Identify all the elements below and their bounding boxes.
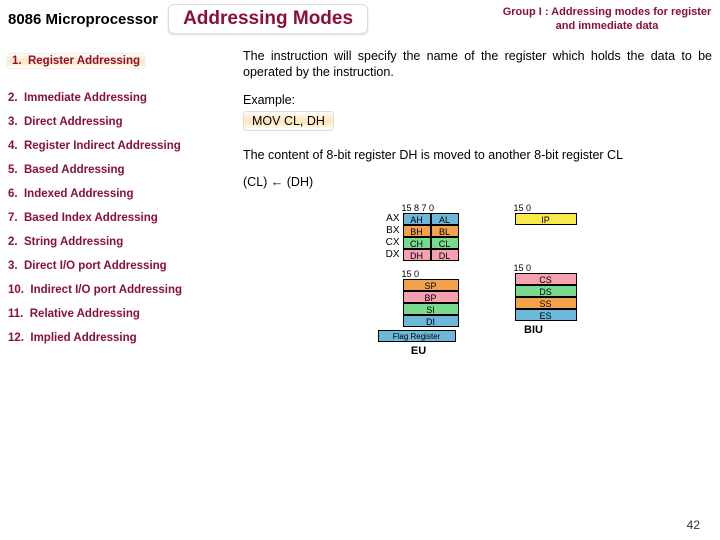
reg-half-high: AH xyxy=(403,213,431,225)
reg-seg: CS xyxy=(515,273,577,285)
reg-half-low: AL xyxy=(431,213,459,225)
reg-half-high: BH xyxy=(403,225,431,237)
reg-label: CX xyxy=(378,237,403,248)
reg-half-high: CH xyxy=(403,237,431,249)
example-explanation: The content of 8-bit register DH is move… xyxy=(243,147,712,163)
slide-title: Addressing Modes xyxy=(168,4,368,34)
reg-half-high: DH xyxy=(403,249,431,261)
reg-seg: SS xyxy=(515,297,577,309)
group-title: Group I : Addressing modes for register … xyxy=(502,5,712,34)
mode-item: 3. Direct Addressing xyxy=(8,116,233,128)
mode-item: 6. Indexed Addressing xyxy=(8,188,233,200)
page-number: 42 xyxy=(687,518,700,532)
reg-ptr: SP xyxy=(403,279,459,291)
mode-item: 2. String Addressing xyxy=(8,236,233,248)
mode-item: 12. Implied Addressing xyxy=(8,332,233,344)
mode-item: 11. Relative Addressing xyxy=(8,308,233,320)
mode-item: 2. Immediate Addressing xyxy=(8,92,233,104)
bit-label: 15 0 xyxy=(512,203,578,213)
mode-item: 3. Direct I/O port Addressing xyxy=(8,260,233,272)
description-text: The instruction will specify the name of… xyxy=(243,48,712,81)
bit-label: 15 8 7 0 xyxy=(400,203,460,213)
register-transfer-equation: (CL) ← (DH) xyxy=(243,175,712,189)
reg-label: BX xyxy=(378,225,403,236)
execution-unit-label: EU xyxy=(378,345,460,357)
reg-label: AX xyxy=(378,213,403,224)
mode-item: 7. Based Index Addressing xyxy=(8,212,233,224)
flag-register: Flag Register xyxy=(378,330,456,342)
reg-ptr: SI xyxy=(403,303,459,315)
reg-ptr: BP xyxy=(403,291,459,303)
reg-ptr: DI xyxy=(403,315,459,327)
explanation-panel: The instruction will specify the name of… xyxy=(233,42,712,357)
processor-title: 8086 Microprocessor xyxy=(8,11,158,28)
bit-label: 15 0 xyxy=(512,263,578,273)
reg-half-low: BL xyxy=(431,225,459,237)
register-diagram: 15 8 7 0 AXAHAL BXBHBL CXCHCL DXDHDL 15 0 S… xyxy=(243,203,712,357)
mode-item: 1. Register Addressing xyxy=(8,54,144,68)
bus-interface-unit-label: BIU xyxy=(490,324,578,336)
addressing-modes-list: 1. Register Addressing 2. Immediate Addre… xyxy=(8,42,233,357)
reg-seg: DS xyxy=(515,285,577,297)
example-code: MOV CL, DH xyxy=(243,111,334,131)
example-label: Example: xyxy=(243,93,712,107)
reg-half-low: DL xyxy=(431,249,459,261)
bit-label: 15 0 xyxy=(400,269,460,279)
mode-item: 10. Indirect I/O port Addressing xyxy=(8,284,233,296)
reg-ip: IP xyxy=(515,213,577,225)
reg-half-low: CL xyxy=(431,237,459,249)
reg-seg: ES xyxy=(515,309,577,321)
mode-item: 4. Register Indirect Addressing xyxy=(8,140,233,152)
mode-item: 5. Based Addressing xyxy=(8,164,233,176)
reg-label: DX xyxy=(378,249,403,260)
